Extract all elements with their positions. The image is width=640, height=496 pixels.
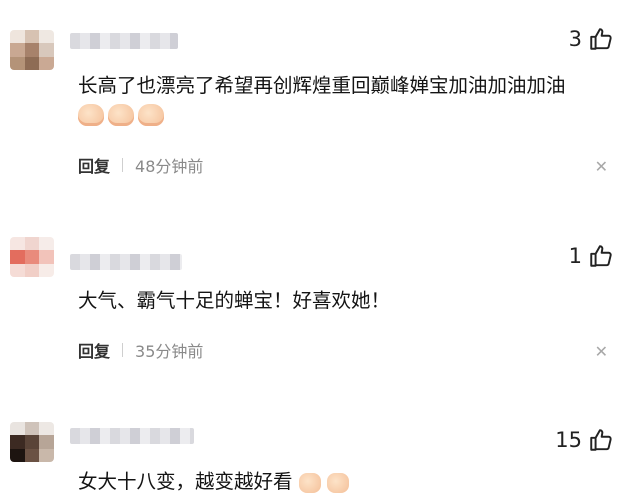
comment-item: 3 长高了也漂亮了希望再创辉煌重回巅峰婵宝加油加油加油 回复 48分钟前 ✕ [0,0,640,190]
reply-button[interactable]: 回复 [78,338,110,362]
avatar[interactable] [10,30,54,70]
like-count: 15 [555,428,582,452]
thumbs-up-icon [590,245,612,267]
thumbs-up-emoji-icon [298,472,321,493]
username-blurred[interactable] [70,254,182,270]
divider [122,343,124,357]
thumbs-up-icon [590,28,612,50]
close-icon[interactable]: ✕ [595,157,608,176]
like-button[interactable]: 1 [569,243,614,269]
like-count: 3 [568,27,582,51]
comment-footer: 回复 35分钟前 [78,338,203,362]
comment-text: 大气、霸气十足的蝉宝！好喜欢她！ [78,289,391,312]
avatar[interactable] [10,422,54,462]
username-blurred[interactable] [70,428,194,444]
comment-text: 女大十八变，越变越好看 [78,468,620,496]
timestamp: 48分钟前 [135,157,204,176]
like-button[interactable]: 3 [569,26,614,52]
like-button[interactable]: 15 [555,427,614,453]
like-count: 1 [568,244,582,268]
comment-footer: 回复 48分钟前 [78,153,203,177]
avatar[interactable] [10,237,54,277]
close-icon[interactable]: ✕ [595,342,608,361]
timestamp: 35分钟前 [135,342,204,361]
divider [122,158,124,172]
thumbs-up-icon [590,429,612,451]
flexed-biceps-emoji-icon [108,104,134,126]
username-blurred[interactable] [70,33,178,49]
flexed-biceps-emoji-icon [138,104,164,126]
flexed-biceps-emoji-icon [78,104,104,126]
reply-button[interactable]: 回复 [78,153,110,177]
thumbs-up-emoji-icon [326,472,349,493]
comment-text-content: 女大十八变，越变越好看 [78,470,293,493]
comment-text: 长高了也漂亮了希望再创辉煌重回巅峰婵宝加油加油加油 [78,74,566,97]
emoji-row [78,104,164,126]
